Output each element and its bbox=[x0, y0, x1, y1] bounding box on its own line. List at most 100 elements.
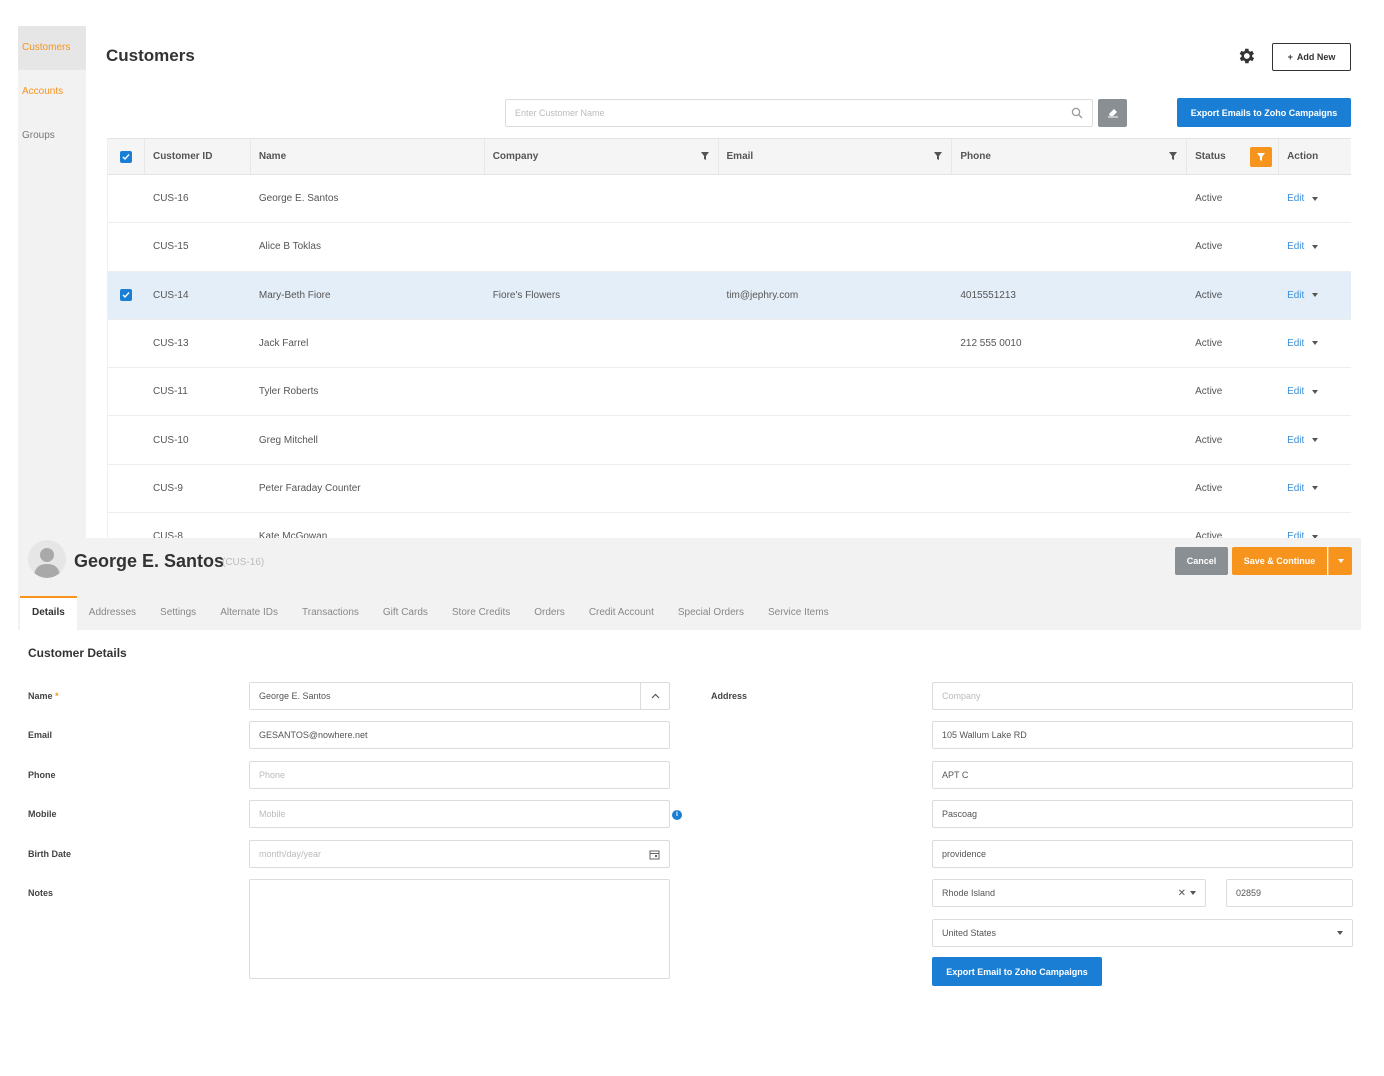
sidebar-item-groups[interactable]: Groups bbox=[18, 114, 86, 158]
row-checkbox[interactable] bbox=[120, 386, 132, 398]
address-line2-field[interactable] bbox=[932, 761, 1353, 789]
table-row[interactable]: CUS-11 Tyler Roberts Active Edit bbox=[108, 368, 1351, 417]
sidebar-item-customers[interactable]: Customers bbox=[18, 26, 86, 70]
export-email-button[interactable]: Export Email to Zoho Campaigns bbox=[932, 957, 1102, 986]
notes-textarea[interactable] bbox=[256, 886, 663, 972]
table-row[interactable]: CUS-14 Mary-Beth Fiore Fiore's Flowers tim@… bbox=[108, 271, 1351, 320]
tab-orders[interactable]: Orders bbox=[522, 596, 577, 630]
tab-store-credits[interactable]: Store Credits bbox=[440, 596, 522, 630]
chevron-down-icon[interactable] bbox=[1190, 891, 1196, 895]
chevron-down-icon[interactable] bbox=[1312, 293, 1319, 298]
tab-credit-account[interactable]: Credit Account bbox=[577, 596, 666, 630]
city-field[interactable] bbox=[932, 800, 1353, 828]
chevron-down-icon[interactable] bbox=[1312, 196, 1319, 201]
add-new-button[interactable]: + Add New bbox=[1272, 43, 1351, 71]
tab-details[interactable]: Details bbox=[20, 596, 77, 630]
mobile-field[interactable] bbox=[249, 800, 670, 828]
address-line1-field[interactable] bbox=[932, 721, 1353, 749]
address-company-field[interactable] bbox=[932, 682, 1353, 710]
tab-settings[interactable]: Settings bbox=[148, 596, 208, 630]
row-checkbox[interactable] bbox=[120, 193, 132, 205]
notes-field[interactable] bbox=[249, 879, 670, 979]
chevron-down-icon[interactable] bbox=[1312, 341, 1319, 346]
edit-link[interactable]: Edit bbox=[1287, 193, 1304, 204]
tab-alternate-ids[interactable]: Alternate IDs bbox=[208, 596, 290, 630]
zip-field[interactable] bbox=[1226, 879, 1353, 907]
gear-icon[interactable] bbox=[1236, 46, 1256, 66]
table-row[interactable]: CUS-16 George E. Santos Active Edit bbox=[108, 175, 1351, 224]
table-row[interactable]: CUS-13 Jack Farrel 212 555 0010 Active Edit bbox=[108, 320, 1351, 369]
column-header-customer-id[interactable]: Customer ID bbox=[145, 139, 251, 174]
name-input[interactable] bbox=[259, 691, 660, 701]
row-checkbox[interactable] bbox=[120, 289, 133, 302]
chevron-down-icon[interactable] bbox=[1312, 486, 1319, 491]
mobile-input[interactable] bbox=[259, 809, 660, 819]
chevron-down-icon[interactable] bbox=[1337, 931, 1343, 935]
table-row[interactable]: CUS-9 Peter Faraday Counter Active Edit bbox=[108, 465, 1351, 514]
save-options-dropdown[interactable] bbox=[1328, 547, 1352, 575]
filter-icon[interactable] bbox=[700, 151, 710, 161]
state-select[interactable]: Rhode Island ✕ bbox=[932, 879, 1206, 907]
save-continue-button[interactable]: Save & Continue bbox=[1232, 547, 1327, 575]
tab-special-orders[interactable]: Special Orders bbox=[666, 596, 756, 630]
table-row[interactable]: CUS-15 Alice B Toklas Active Edit bbox=[108, 223, 1351, 272]
edit-link[interactable]: Edit bbox=[1287, 338, 1304, 349]
email-input[interactable] bbox=[259, 730, 660, 740]
row-checkbox[interactable] bbox=[120, 434, 132, 446]
column-header-company[interactable]: Company bbox=[485, 139, 719, 174]
edit-link[interactable]: Edit bbox=[1287, 531, 1304, 538]
city-input[interactable] bbox=[942, 809, 1343, 819]
column-header-phone[interactable]: Phone bbox=[952, 139, 1188, 174]
export-emails-button[interactable]: Export Emails to Zoho Campaigns bbox=[1177, 98, 1351, 127]
phone-input[interactable] bbox=[259, 770, 660, 780]
table-row[interactable]: CUS-8 Kate McGowan Active Edit bbox=[108, 513, 1351, 538]
tab-service-items[interactable]: Service Items bbox=[756, 596, 841, 630]
column-header-name[interactable]: Name bbox=[251, 139, 485, 174]
row-checkbox[interactable] bbox=[120, 482, 132, 494]
tab-gift-cards[interactable]: Gift Cards bbox=[371, 596, 440, 630]
county-field[interactable] bbox=[932, 840, 1353, 868]
table-row[interactable]: CUS-10 Greg Mitchell Active Edit bbox=[108, 416, 1351, 465]
county-input[interactable] bbox=[942, 849, 1343, 859]
search-input[interactable] bbox=[515, 108, 1071, 118]
phone-field[interactable] bbox=[249, 761, 670, 789]
page-title: Customers bbox=[106, 46, 195, 65]
address-line2-input[interactable] bbox=[942, 770, 1343, 780]
chevron-up-icon[interactable] bbox=[640, 683, 669, 709]
clear-icon[interactable]: ✕ bbox=[1178, 888, 1186, 899]
zip-input[interactable] bbox=[1236, 888, 1343, 898]
sidebar-item-accounts[interactable]: Accounts bbox=[18, 70, 86, 114]
column-header-status[interactable]: Status bbox=[1187, 139, 1280, 174]
edit-link[interactable]: Edit bbox=[1287, 483, 1304, 494]
country-select[interactable]: United States bbox=[932, 919, 1353, 947]
chevron-down-icon[interactable] bbox=[1312, 437, 1319, 442]
edit-link[interactable]: Edit bbox=[1287, 290, 1304, 301]
search-icon[interactable] bbox=[1071, 107, 1083, 119]
address-line1-input[interactable] bbox=[942, 730, 1343, 740]
tab-addresses[interactable]: Addresses bbox=[77, 596, 148, 630]
row-checkbox[interactable] bbox=[120, 338, 132, 350]
edit-link[interactable]: Edit bbox=[1287, 241, 1304, 252]
calendar-icon[interactable] bbox=[640, 841, 669, 867]
filter-active-icon[interactable] bbox=[1250, 147, 1273, 167]
birth-date-input[interactable] bbox=[259, 849, 660, 859]
select-all-checkbox[interactable] bbox=[119, 150, 132, 163]
name-field[interactable] bbox=[249, 682, 670, 710]
tab-transactions[interactable]: Transactions bbox=[290, 596, 371, 630]
row-checkbox[interactable] bbox=[120, 241, 132, 253]
cancel-button[interactable]: Cancel bbox=[1175, 547, 1228, 575]
edit-link[interactable]: Edit bbox=[1287, 386, 1304, 397]
email-field[interactable] bbox=[249, 721, 670, 749]
filter-icon[interactable] bbox=[1168, 151, 1178, 161]
row-checkbox[interactable] bbox=[120, 531, 132, 538]
filter-icon[interactable] bbox=[933, 151, 943, 161]
info-icon[interactable]: i bbox=[672, 810, 682, 820]
chevron-down-icon[interactable] bbox=[1312, 244, 1319, 249]
column-header-email[interactable]: Email bbox=[719, 139, 953, 174]
edit-link[interactable]: Edit bbox=[1287, 435, 1304, 446]
search-field[interactable] bbox=[505, 99, 1093, 127]
address-company-input[interactable] bbox=[942, 691, 1343, 701]
clear-search-button[interactable] bbox=[1098, 99, 1127, 127]
birth-date-field[interactable] bbox=[249, 840, 670, 868]
chevron-down-icon[interactable] bbox=[1312, 389, 1319, 394]
